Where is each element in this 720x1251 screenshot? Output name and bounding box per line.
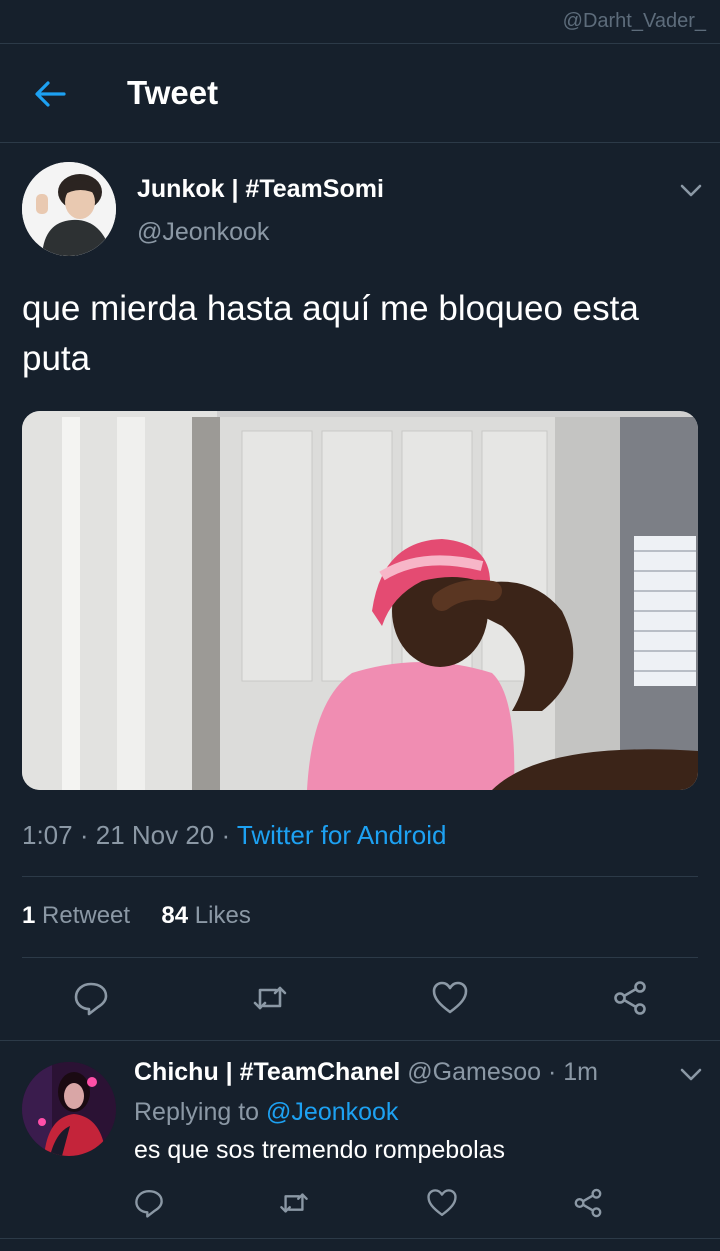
like-icon[interactable] <box>431 979 469 1017</box>
top-app-bar: Tweet <box>0 44 720 142</box>
avatar[interactable] <box>22 162 116 256</box>
tweet-time: 1:07 <box>22 820 73 850</box>
retweet-stat[interactable]: 1 Retweet <box>22 902 130 929</box>
watermark: @Darht_Vader_ <box>562 10 706 32</box>
like-icon[interactable] <box>426 1187 458 1219</box>
share-icon[interactable] <box>611 979 649 1017</box>
share-icon[interactable] <box>572 1187 604 1219</box>
retweet-icon[interactable] <box>278 1187 310 1219</box>
meta-dot: · <box>79 820 96 850</box>
author-handle[interactable]: @Jeonkook <box>137 218 269 247</box>
reply-time: 1m <box>563 1058 598 1086</box>
reply-avatar-photo <box>22 1062 116 1156</box>
page-title: Tweet <box>127 74 219 111</box>
meta-dot: · <box>221 820 237 850</box>
replying-handle[interactable]: @Jeonkook <box>266 1098 398 1126</box>
replying-label: Replying to <box>134 1098 260 1126</box>
reply-icon[interactable] <box>72 979 110 1017</box>
reply-author-handle[interactable]: @Gamesoo <box>407 1058 541 1086</box>
reply-icon[interactable] <box>133 1187 165 1219</box>
likes-label: Likes <box>194 902 251 929</box>
engagement-stats: 1 Retweet 84 Likes <box>22 902 251 930</box>
tweet-meta: 1:07 · 21 Nov 20 · Twitter for Android <box>22 820 446 851</box>
section-divider <box>0 1040 720 1041</box>
retweet-count: 1 <box>22 902 36 929</box>
divider <box>22 876 698 877</box>
media-photo <box>22 411 698 790</box>
reply-author-name[interactable]: Chichu | #TeamChanel <box>134 1058 400 1086</box>
chevron-down-icon[interactable] <box>678 1064 704 1084</box>
author-name[interactable]: Junkok | #TeamSomi <box>137 175 384 204</box>
section-divider <box>0 1238 720 1239</box>
likes-count: 84 <box>161 902 189 929</box>
header-divider <box>0 142 720 143</box>
tweet-text: que mierda hasta aquí me bloqueo esta pu… <box>22 289 639 378</box>
chevron-down-icon[interactable] <box>678 180 704 200</box>
reply-text: es que sos tremendo rompebolas <box>134 1136 506 1164</box>
back-arrow-icon[interactable] <box>30 74 70 114</box>
tweet-media[interactable] <box>22 411 698 790</box>
retweet-label: Retweet <box>42 902 131 929</box>
likes-stat[interactable]: 84 Likes <box>161 902 250 929</box>
reply-header: Chichu | #TeamChanel @Gamesoo · 1m <box>134 1058 598 1087</box>
retweet-icon[interactable] <box>251 979 289 1017</box>
avatar-photo <box>22 162 116 256</box>
tweet-date: 21 Nov 20 <box>95 820 215 850</box>
replying-to: Replying to @Jeonkook <box>134 1098 398 1127</box>
divider <box>22 957 698 958</box>
source-link[interactable]: Twitter for Android <box>237 820 447 850</box>
reply-avatar[interactable] <box>22 1062 116 1156</box>
meta-dot: · <box>547 1058 557 1086</box>
